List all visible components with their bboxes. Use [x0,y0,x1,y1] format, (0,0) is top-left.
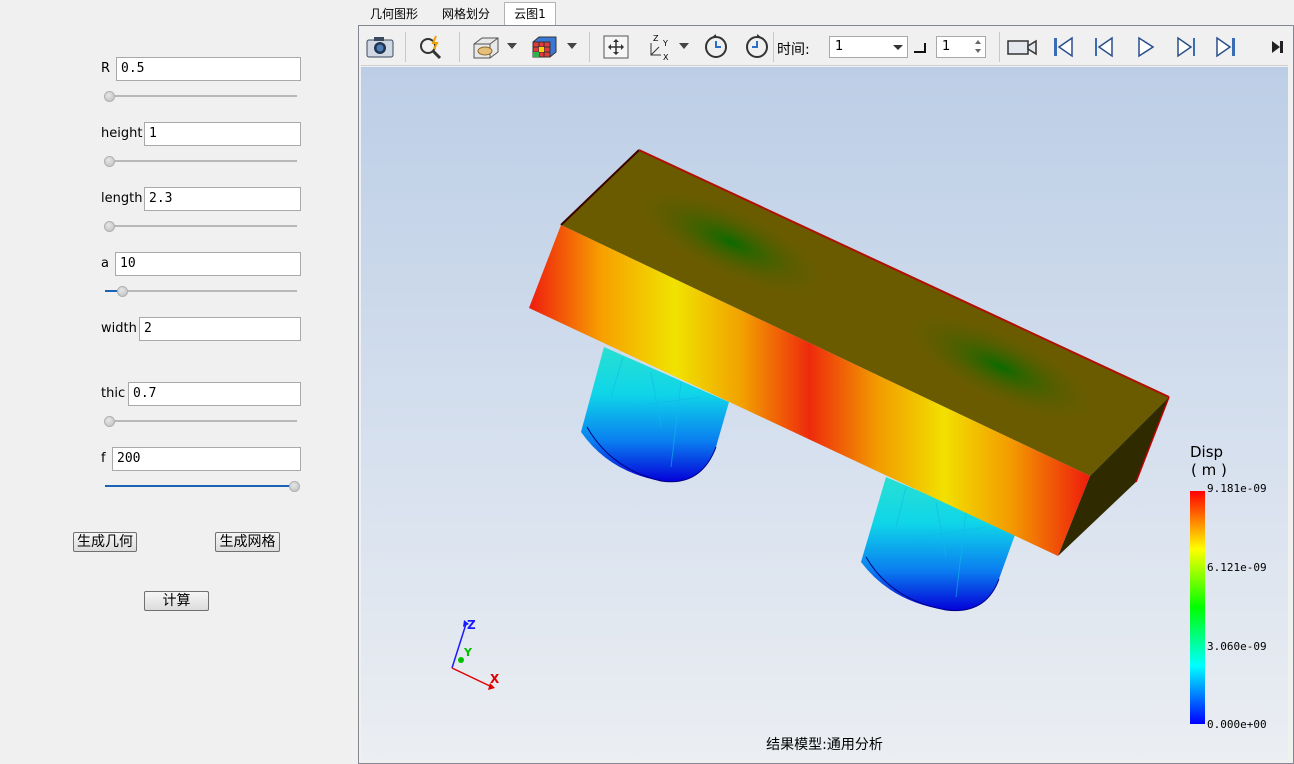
param-height-input[interactable]: 1 [144,122,301,146]
prev-frame-icon[interactable] [1089,32,1119,62]
legend-tick-min: 0.000e+00 [1207,718,1267,731]
frame-spinbox[interactable]: 1 [936,36,986,58]
axis-x-label: X [490,672,500,686]
axis-triad: Z Y X [451,618,500,690]
param-length-slider[interactable] [104,221,297,232]
color-cube-icon[interactable] [529,32,559,62]
last-frame-icon[interactable] [1211,32,1241,62]
time-select-value: 1 [835,39,844,54]
record-icon[interactable] [1005,32,1039,62]
first-frame-icon[interactable] [1048,32,1078,62]
param-height-slider[interactable] [104,156,297,167]
legend-unit: ( m ) [1191,461,1227,479]
time-select[interactable]: 1 [829,36,908,58]
param-r-slider[interactable] [104,91,297,102]
param-length-label: length [101,191,143,206]
expand-icon[interactable] [1267,32,1287,62]
fit-view-icon[interactable] [601,32,631,62]
param-length-input[interactable]: 2.3 [144,187,301,211]
svg-text:Y: Y [662,39,668,48]
param-height-label: height [101,126,143,141]
param-f-label: f [101,451,106,466]
frame-spinbox-value: 1 [942,39,951,54]
axis-z-label: Z [467,618,476,632]
chevron-down-icon [893,45,903,50]
display-mode-dropdown-icon[interactable] [507,43,517,49]
rotate-cw-icon[interactable] [742,32,772,62]
legend-tick-max: 9.181e-09 [1207,482,1267,495]
param-r-label: R [101,61,111,76]
axis-y-label: Y [463,646,473,659]
slider-thumb[interactable] [117,286,128,297]
param-a-slider[interactable] [105,286,297,297]
generate-geometry-button[interactable]: 生成几何 [73,532,137,552]
param-a-input[interactable]: 10 [115,252,301,276]
legend-tick-upper: 6.121e-09 [1207,561,1267,574]
tab-mesh[interactable]: 网格划分 [432,3,500,25]
play-icon[interactable] [1131,32,1161,62]
display-mode-icon[interactable] [471,32,501,62]
camera-icon[interactable] [365,32,395,62]
rotate-ccw-icon[interactable] [701,32,731,62]
legend-title: Disp [1190,443,1224,461]
param-r-input[interactable]: 0.5 [116,57,301,81]
param-f-slider[interactable] [105,481,300,492]
spin-up-icon[interactable] [975,40,981,44]
svg-text:Z: Z [653,34,659,43]
slider-thumb[interactable] [104,156,115,167]
slider-thumb[interactable] [104,416,115,427]
tab-bar: 几何图形 网格划分 云图1 [358,0,1294,26]
tab-geometry[interactable]: 几何图形 [362,3,426,25]
model-label: 结果模型:通用分析 [766,737,883,753]
axis-orient-dropdown-icon[interactable] [679,43,689,49]
axis-orient-icon[interactable]: ZYX [644,32,674,62]
param-a-label: a [101,256,109,271]
param-f-input[interactable]: 200 [112,447,301,471]
zoom-icon[interactable] [417,32,447,62]
slider-thumb[interactable] [104,221,115,232]
result-viewport[interactable]: Z Y X Disp ( m ) 9.181e-09 6.121e-09 3.0… [361,67,1288,760]
param-thic-label: thic [101,386,126,401]
param-width-label: width [101,321,137,336]
slider-thumb[interactable] [104,91,115,102]
next-frame-icon[interactable] [1171,32,1201,62]
spin-down-icon[interactable] [975,49,981,53]
param-thic-slider[interactable] [104,416,297,427]
generate-mesh-button[interactable]: 生成网格 [215,532,280,552]
compute-button[interactable]: 计算 [144,591,209,611]
toolbar: ZYX 时间: 1 1 [361,28,1288,66]
legend-color-bar [1190,491,1205,724]
color-mode-dropdown-icon[interactable] [567,43,577,49]
frame-step-icon [911,32,929,62]
slider-thumb[interactable] [289,481,300,492]
fem-contour-model: Z Y X [451,149,1205,724]
param-thic-input[interactable]: 0.7 [128,382,301,406]
tab-contour-1[interactable]: 云图1 [504,2,556,26]
legend-tick-lower: 3.060e-09 [1207,640,1267,653]
app-window: R 0.5 height 1 length 2.3 a 10 width 2 t… [0,0,1294,764]
time-label: 时间: [777,42,810,58]
svg-text:X: X [663,53,669,61]
parameter-panel: R 0.5 height 1 length 2.3 a 10 width 2 t… [0,0,358,764]
param-width-input[interactable]: 2 [139,317,301,341]
